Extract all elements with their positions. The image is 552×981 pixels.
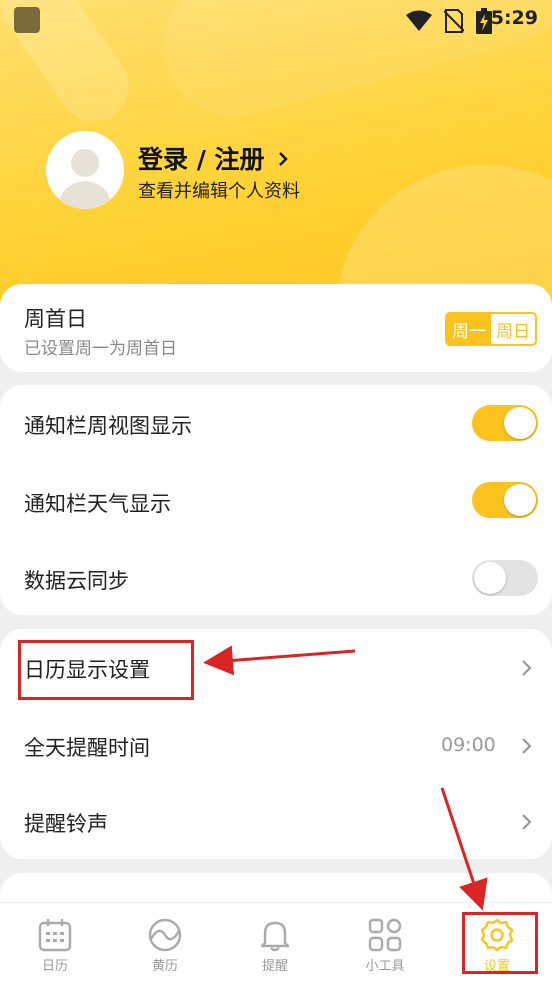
annotation-arrow xyxy=(203,645,488,911)
